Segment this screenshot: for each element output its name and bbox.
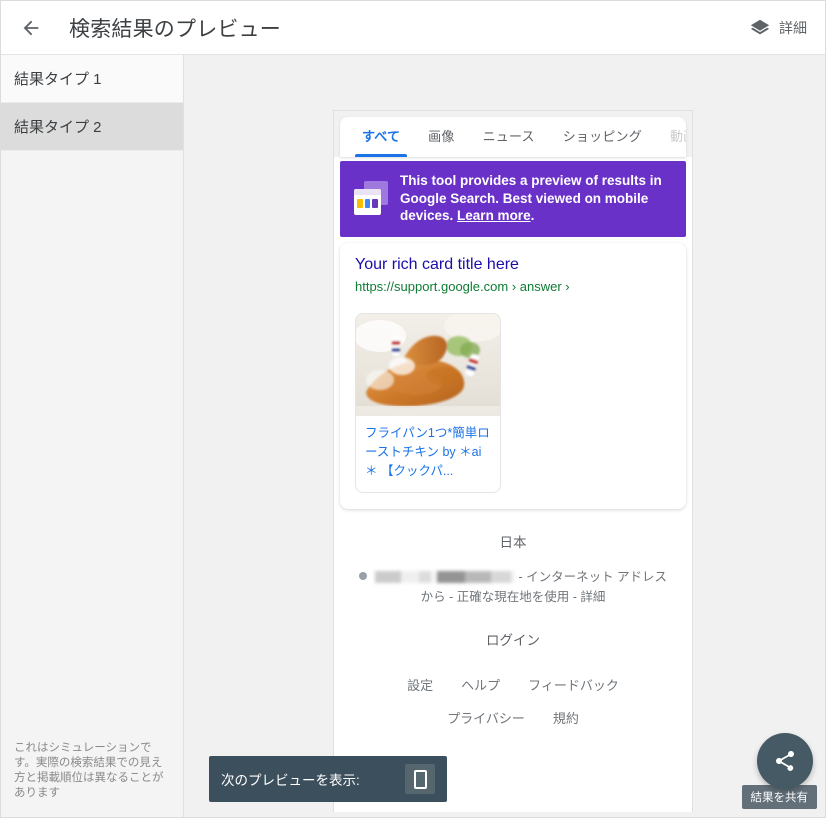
simulation-disclaimer: これはシミュレーションです。実際の検索結果での見え方と掲載順位は異なることがあり…	[14, 742, 164, 799]
tab-label: ショッピング	[562, 129, 642, 144]
info-banner: This tool provides a preview of results …	[340, 161, 686, 237]
rich-result-thumbnail	[356, 313, 500, 416]
search-result-card: Your rich card title here https://suppor…	[340, 242, 686, 509]
footer-link-feedback[interactable]: フィードバック	[528, 675, 619, 694]
tab-news[interactable]: ニュース	[469, 117, 549, 157]
sidebar-item-result-type-1[interactable]: 結果タイプ 1	[1, 55, 183, 103]
result-title-link[interactable]: Your rich card title here	[355, 255, 671, 275]
next-preview-device-button[interactable]	[405, 764, 435, 794]
tab-all[interactable]: すべて	[348, 117, 414, 157]
footer-country: 日本	[499, 534, 527, 550]
info-banner-period: .	[530, 208, 535, 223]
app-root: 検索結果のプレビュー 詳細 結果タイプ 1 結果タイプ 2 これはシミュレーショ…	[0, 0, 826, 818]
learn-more-link[interactable]: Learn more	[457, 208, 531, 223]
footer-links-row-1: 設定 ヘルプ フィードバック	[334, 675, 692, 694]
page-title: 検索結果のプレビュー	[69, 17, 281, 41]
footer-links-row-2: プライバシー 規約	[334, 708, 692, 727]
info-banner-text: This tool provides a preview of results …	[400, 172, 674, 225]
footer-link-settings[interactable]: 設定	[407, 675, 433, 694]
preview-footer: 日本 - インターネット アドレスから - 正確な現在地を使用 - 詳細 ログイ…	[334, 509, 692, 727]
footer-link-help[interactable]: ヘルプ	[461, 675, 500, 694]
roast-chicken-photo	[356, 313, 500, 416]
app-header: 検索結果のプレビュー 詳細	[1, 1, 825, 55]
arrow-left-icon	[23, 20, 39, 35]
details-label: 詳細	[779, 19, 807, 36]
result-url: https://support.google.com › answer ›	[355, 278, 570, 294]
browser-window-icon	[354, 181, 388, 216]
share-icon	[776, 751, 794, 771]
next-preview-label: 次のプレビューを表示:	[221, 773, 360, 788]
rich-result-card[interactable]: フライパン1つ*簡単ローストチキン by ＊ai＊ 【クックパ...	[355, 312, 501, 493]
search-tabs-wrapper: すべて 画像 ニュース ショッピング 動画	[334, 111, 692, 157]
tab-label: 動画	[669, 129, 686, 144]
redacted-location-text	[372, 570, 515, 583]
rich-result-caption: フライパン1つ*簡単ローストチキン by ＊ai＊ 【クックパ...	[365, 425, 490, 478]
tab-images[interactable]: 画像	[414, 117, 468, 157]
footer-login-link[interactable]: ログイン	[334, 629, 692, 649]
sidebar-item-label: 結果タイプ 2	[14, 119, 102, 136]
sidebar-item-result-type-2[interactable]: 結果タイプ 2	[1, 103, 183, 151]
tab-videos[interactable]: 動画	[656, 117, 686, 157]
tab-label: 画像	[428, 129, 455, 144]
layers-icon	[750, 19, 770, 34]
phone-preview-frame: すべて 画像 ニュース ショッピング 動画	[333, 110, 693, 812]
sidebar-item-label: 結果タイプ 1	[14, 71, 102, 88]
mobile-phone-icon	[413, 769, 427, 789]
footer-link-terms[interactable]: 規約	[553, 708, 579, 727]
preview-stage: すべて 画像 ニュース ショッピング 動画	[185, 55, 825, 817]
tab-label: すべて	[362, 129, 401, 144]
footer-location-line: - インターネット アドレスから - 正確な現在地を使用 - 詳細	[334, 567, 692, 607]
tab-label: ニュース	[482, 129, 535, 144]
search-tabs: すべて 画像 ニュース ショッピング 動画	[340, 117, 686, 157]
next-preview-bar: 次のプレビューを表示:	[209, 756, 447, 802]
footer-link-privacy[interactable]: プライバシー	[447, 708, 525, 727]
details-button[interactable]: 詳細	[749, 17, 807, 39]
sidebar: 結果タイプ 1 結果タイプ 2 これはシミュレーションです。実際の検索結果での見…	[1, 55, 184, 817]
tab-shopping[interactable]: ショッピング	[549, 117, 656, 157]
share-results-button[interactable]	[757, 733, 813, 789]
location-dot-icon	[358, 571, 367, 580]
back-button[interactable]	[9, 6, 53, 50]
